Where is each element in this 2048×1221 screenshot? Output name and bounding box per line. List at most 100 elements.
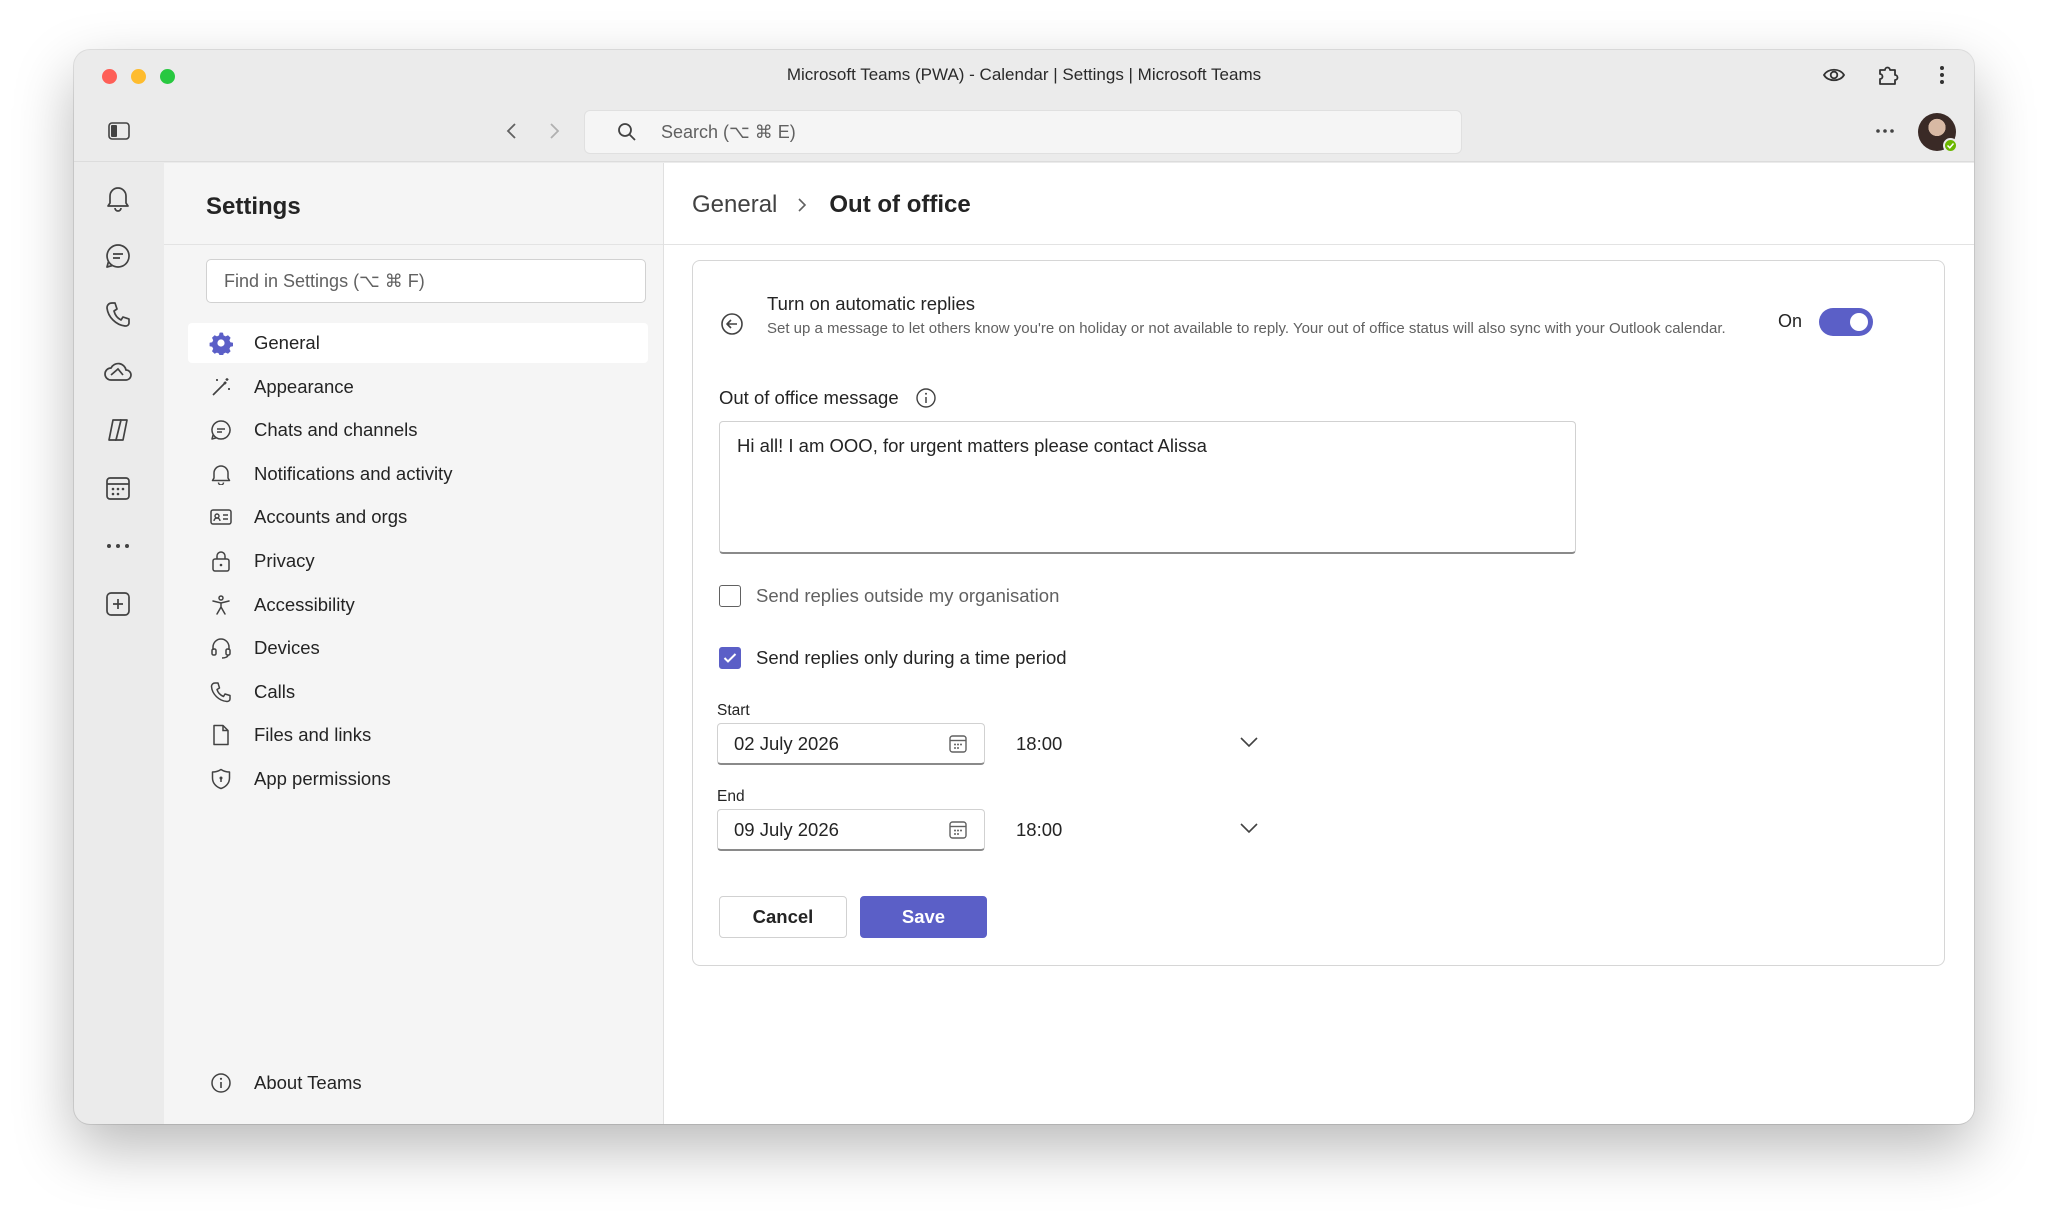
app-header (74, 100, 1974, 162)
cancel-button[interactable]: Cancel (719, 896, 847, 938)
sidebar-toggle-icon[interactable] (104, 116, 134, 146)
info-icon[interactable] (915, 387, 937, 409)
search-bar[interactable] (584, 110, 1462, 154)
calendar-icon[interactable] (96, 466, 140, 510)
start-date-field[interactable]: 02 July 2026 (717, 723, 985, 765)
accessibility-icon (208, 592, 234, 618)
settings-item-label: Accounts and orgs (254, 506, 408, 528)
end-time-value[interactable]: 18:00 (1016, 819, 1062, 841)
settings-item-chats[interactable]: Chats and channels (188, 410, 648, 450)
bell-icon[interactable] (96, 176, 140, 220)
minimize-window-button[interactable] (131, 69, 146, 84)
maximize-window-button[interactable] (160, 69, 175, 84)
browser-toolbar (1816, 60, 1960, 90)
out-of-office-card: Turn on automatic replies Set up a messa… (692, 260, 1945, 966)
page-title: Out of office (829, 191, 971, 218)
eye-icon[interactable] (1816, 60, 1852, 90)
settings-menu: General Appearance Chats and channels No… (188, 323, 648, 803)
shield-icon (208, 766, 234, 792)
find-in-settings[interactable] (206, 259, 646, 303)
wand-icon (208, 374, 234, 400)
settings-item-accounts[interactable]: Accounts and orgs (188, 497, 648, 537)
settings-item-label: Files and links (254, 724, 372, 746)
info-icon (208, 1070, 234, 1096)
about-teams-label: About Teams (254, 1072, 362, 1093)
settings-sidebar: Settings General Appearance (164, 163, 664, 1124)
time-period-checkbox[interactable] (719, 647, 741, 669)
lock-icon (208, 548, 234, 574)
title-bar: Microsoft Teams (PWA) - Calendar | Setti… (74, 50, 1974, 100)
chevron-right-icon (797, 198, 811, 212)
main-content: General Out of office Turn on automatic … (664, 163, 1974, 1124)
chat-icon[interactable] (96, 234, 140, 278)
breadcrumb: General Out of office (692, 191, 971, 219)
save-button[interactable]: Save (860, 896, 987, 938)
settings-item-files[interactable]: Files and links (188, 715, 648, 755)
settings-item-devices[interactable]: Devices (188, 628, 648, 668)
send-outside-org-option[interactable]: Send replies outside my organisation (719, 585, 1059, 607)
time-period-option[interactable]: Send replies only during a time period (719, 647, 1067, 669)
back-arrow-icon[interactable] (496, 116, 526, 146)
end-date-field[interactable]: 09 July 2026 (717, 809, 985, 851)
start-time-value[interactable]: 18:00 (1016, 733, 1062, 755)
search-input[interactable] (661, 121, 1361, 143)
settings-item-general[interactable]: General (188, 323, 648, 363)
message-label-text: Out of office message (719, 387, 899, 408)
close-window-button[interactable] (102, 69, 117, 84)
phone-icon (208, 679, 234, 705)
copilot-icon[interactable] (96, 408, 140, 452)
extension-icon[interactable] (1870, 60, 1906, 90)
out-of-office-message-textarea[interactable]: Hi all! I am OOO, for urgent matters ple… (719, 421, 1576, 554)
automatic-replies-toggle[interactable] (1819, 308, 1873, 336)
auto-replies-title: Turn on automatic replies (767, 293, 976, 314)
settings-item-label: Accessibility (254, 593, 355, 615)
window-title: Microsoft Teams (PWA) - Calendar | Setti… (786, 65, 1262, 84)
kebab-menu-icon[interactable] (1924, 60, 1960, 90)
settings-item-privacy[interactable]: Privacy (188, 541, 648, 581)
ellipsis-icon[interactable] (1870, 116, 1900, 146)
cloud-icon[interactable] (96, 350, 140, 394)
end-label: End (717, 788, 745, 805)
message-label: Out of office message (719, 387, 937, 409)
settings-item-label: Appearance (254, 375, 354, 397)
settings-item-appearance[interactable]: Appearance (188, 367, 648, 407)
settings-item-label: Chats and channels (254, 419, 418, 441)
settings-item-app-permissions[interactable]: App permissions (188, 759, 648, 799)
ellipsis-icon[interactable] (96, 524, 140, 568)
toggle-knob (1850, 313, 1868, 331)
settings-item-label: App permissions (254, 767, 391, 789)
breadcrumb-general[interactable]: General (692, 191, 777, 219)
file-icon (208, 722, 234, 748)
calendar-icon[interactable] (948, 734, 968, 754)
start-date-value: 02 July 2026 (734, 732, 839, 754)
add-app-icon[interactable] (96, 582, 140, 626)
gear-icon (208, 330, 234, 356)
id-card-icon (208, 504, 234, 530)
settings-item-label: Notifications and activity (254, 462, 453, 484)
about-teams-link[interactable]: About Teams (208, 1070, 362, 1096)
settings-item-label: Privacy (254, 549, 315, 571)
phone-icon[interactable] (96, 292, 140, 336)
send-outside-org-checkbox[interactable] (719, 585, 741, 607)
settings-item-label: General (254, 332, 320, 353)
send-outside-org-label: Send replies outside my organisation (756, 585, 1060, 606)
search-icon (617, 121, 639, 143)
app-rail (74, 163, 164, 1124)
toggle-state-label: On (1778, 311, 1803, 331)
end-date-value: 09 July 2026 (734, 818, 839, 840)
window-controls (102, 69, 175, 84)
find-settings-input[interactable] (224, 270, 645, 292)
divider (164, 244, 663, 245)
divider (664, 244, 1974, 245)
avatar[interactable] (1918, 113, 1958, 153)
calendar-icon[interactable] (948, 820, 968, 840)
presence-available-icon (1943, 138, 1958, 153)
settings-item-notifications[interactable]: Notifications and activity (188, 454, 648, 494)
settings-item-accessibility[interactable]: Accessibility (188, 585, 648, 625)
time-period-label: Send replies only during a time period (756, 647, 1067, 668)
forward-arrow-icon[interactable] (540, 116, 570, 146)
settings-item-calls[interactable]: Calls (188, 672, 648, 712)
chevron-down-icon[interactable] (1239, 821, 1259, 841)
settings-title: Settings (206, 193, 301, 220)
chevron-down-icon[interactable] (1239, 735, 1259, 755)
